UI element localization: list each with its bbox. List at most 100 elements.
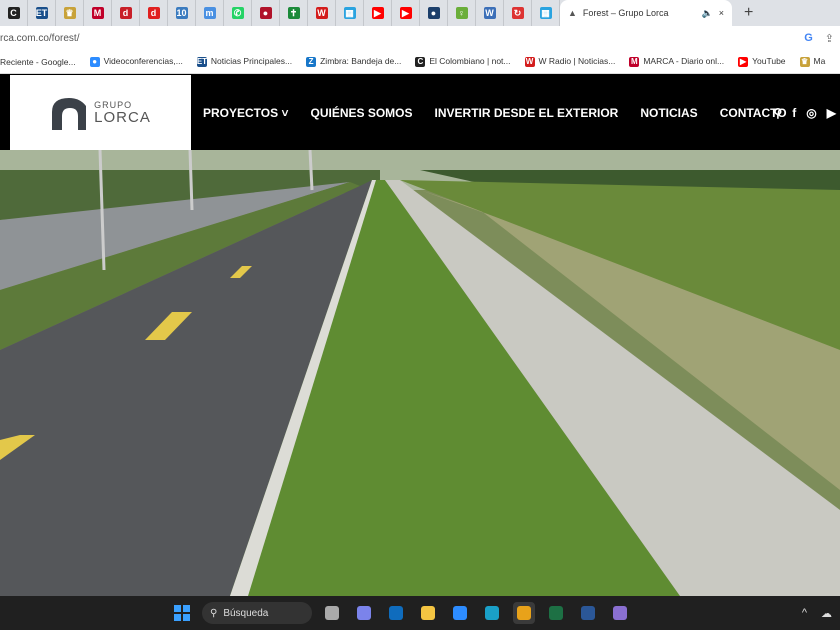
task-view-icon [325,606,339,620]
browser-tab[interactable]: ET [28,0,56,26]
browser-tab[interactable]: ♛ [56,0,84,26]
bookmark-item[interactable]: ♛ Ma [799,56,825,67]
close-tab-icon[interactable]: × [719,8,724,18]
edge-icon [485,606,499,620]
tab-favicon-icon: M [91,7,104,19]
tab-favicon-icon: C [7,7,20,19]
browser-tab[interactable]: M [84,0,112,26]
bookmark-item[interactable]: ▶ YouTube [738,56,786,67]
browser-tab[interactable]: ▶ [364,0,392,26]
nav-item[interactable]: QUIÉNES SOMOS [311,106,413,120]
bookmark-item[interactable]: WW Radio | Noticias... [524,56,616,67]
bookmark-label: Zimbra: Bandeja de... [320,56,402,67]
main-nav: PROYECTOS ˅ QUIÉNES SOMOS INVERTIR DESDE E… [203,75,787,150]
browser-tab[interactable]: m [196,0,224,26]
new-tab-button[interactable]: + [744,4,753,22]
excel-icon [549,606,563,620]
search-icon[interactable]: ⚲ [773,106,782,120]
tab-title: Forest – Grupo Lorca [582,8,669,18]
bookmark-label: Videoconferencias,... [103,56,183,67]
taskbar-word[interactable] [577,602,599,624]
speaker-icon[interactable]: 🔈 [702,8,713,19]
browser-tab[interactable]: ● [420,0,448,26]
browser-tab[interactable]: 10 [168,0,196,26]
google-icon[interactable]: G [804,32,813,45]
site-favicon-icon: ▲ [568,8,577,18]
taskbar-task-view[interactable] [321,602,343,624]
browser-tab[interactable]: ↻ [504,0,532,26]
browser-tab[interactable]: W [308,0,336,26]
grupo-lorca-logo[interactable]: GRUPO LORCA [10,75,191,150]
chevron-down-icon: ˅ [281,105,289,120]
bookmark-favicon-icon: M [629,56,640,67]
taskbar-zoom[interactable] [449,602,471,624]
bookmark-favicon-icon: ▶ [738,56,749,67]
browser-tab[interactable]: W [476,0,504,26]
bookmark-label: W Radio | Noticias... [538,56,616,67]
logo-text-bottom: LORCA [94,108,151,126]
taskbar-search[interactable]: ⚲ Búsqueda [202,602,312,624]
media-player-icon [613,606,627,620]
nav-label: PROYECTOS [203,105,279,120]
nav-label: QUIÉNES SOMOS [310,105,413,120]
bookmark-favicon-icon: W [524,56,535,67]
tab-favicon-icon: ✝ [287,7,300,19]
nav-label: INVERTIR DESDE EL EXTERIOR [434,105,619,120]
tab-favicon-icon: ↻ [511,7,524,19]
nav-item[interactable]: INVERTIR DESDE EL EXTERIOR [435,106,619,120]
share-icon[interactable]: ⇪ [825,32,834,45]
browser-tab[interactable]: ▦ [532,0,560,26]
bookmark-item[interactable]: ET Noticias Principales... [196,56,292,67]
nav-item[interactable]: NOTICIAS [640,106,697,120]
nav-label: NOTICIAS [640,105,698,120]
bookmark-item[interactable]: ● Videoconferencias,... [89,56,183,67]
tab-favicon-icon: ● [427,7,440,19]
tab-favicon-icon: W [483,7,496,19]
address-bar[interactable]: rca.com.co/forest/ G ⇪ [0,26,840,50]
taskbar-teams[interactable] [353,602,375,624]
active-tab[interactable]: ▲ Forest – Grupo Lorca 🔈 × [560,0,732,26]
bookmark-favicon-icon: Z [306,56,317,67]
tab-favicon-icon: ▶ [399,7,412,19]
taskbar-outlook[interactable] [385,602,407,624]
browser-tab[interactable]: C [0,0,28,26]
browser-tab[interactable]: d [140,0,168,26]
nav-item[interactable]: PROYECTOS ˅ [203,106,289,120]
search-icon: ⚲ [210,607,218,619]
tab-strip: C ET ♛ Md d 10 m ✆ ● ✝ W ▦ ▶ ▶ ● ♀ W ↻ ▦ ▲ Forest – Grupo Lo… [0,0,840,26]
taskbar-file-explorer[interactable] [417,602,439,624]
browser-tab[interactable]: ✝ [280,0,308,26]
tab-favicon-icon: ET [35,7,48,19]
facebook-icon[interactable]: f [792,106,796,120]
url-text[interactable]: rca.com.co/forest/ [0,33,79,44]
tab-favicon-icon: m [203,7,216,19]
bookmark-favicon-icon: ● [89,56,100,67]
taskbar-edge[interactable] [481,602,503,624]
bookmark-item[interactable]: Z Zimbra: Bandeja de... [306,56,401,67]
bookmark-label: El Colombiano | not... [429,56,511,67]
logo-arch-icon [52,97,87,130]
browser-tab[interactable]: ✆ [224,0,252,26]
browser-tab[interactable]: ▦ [336,0,364,26]
youtube-icon[interactable]: ▶ [827,106,836,120]
tab-favicon-icon: ♀ [455,7,468,19]
browser-tab[interactable]: ● [252,0,280,26]
browser-tab[interactable]: d [112,0,140,26]
instagram-icon[interactable]: ◎ [806,106,816,120]
start-button[interactable] [171,602,193,624]
outlook-icon [389,606,403,620]
windows-icon [174,605,190,621]
taskbar-media-player[interactable] [609,602,631,624]
chevron-up-icon[interactable]: ^ [802,607,807,620]
weather-icon[interactable]: ☁ [821,607,832,620]
browser-tab[interactable]: ♀ [448,0,476,26]
taskbar-excel[interactable] [545,602,567,624]
bookmark-item[interactable]: Reciente - Google... [0,57,76,67]
browser-tab[interactable]: ▶ [392,0,420,26]
teams-icon [357,606,371,620]
bookmark-label: Reciente - Google... [0,56,76,67]
tab-favicon-icon: ✆ [231,7,244,19]
bookmark-item[interactable]: M MARCA - Diario onl... [629,56,724,67]
taskbar-chrome[interactable] [513,602,535,624]
bookmark-item[interactable]: C El Colombiano | not... [415,56,511,67]
